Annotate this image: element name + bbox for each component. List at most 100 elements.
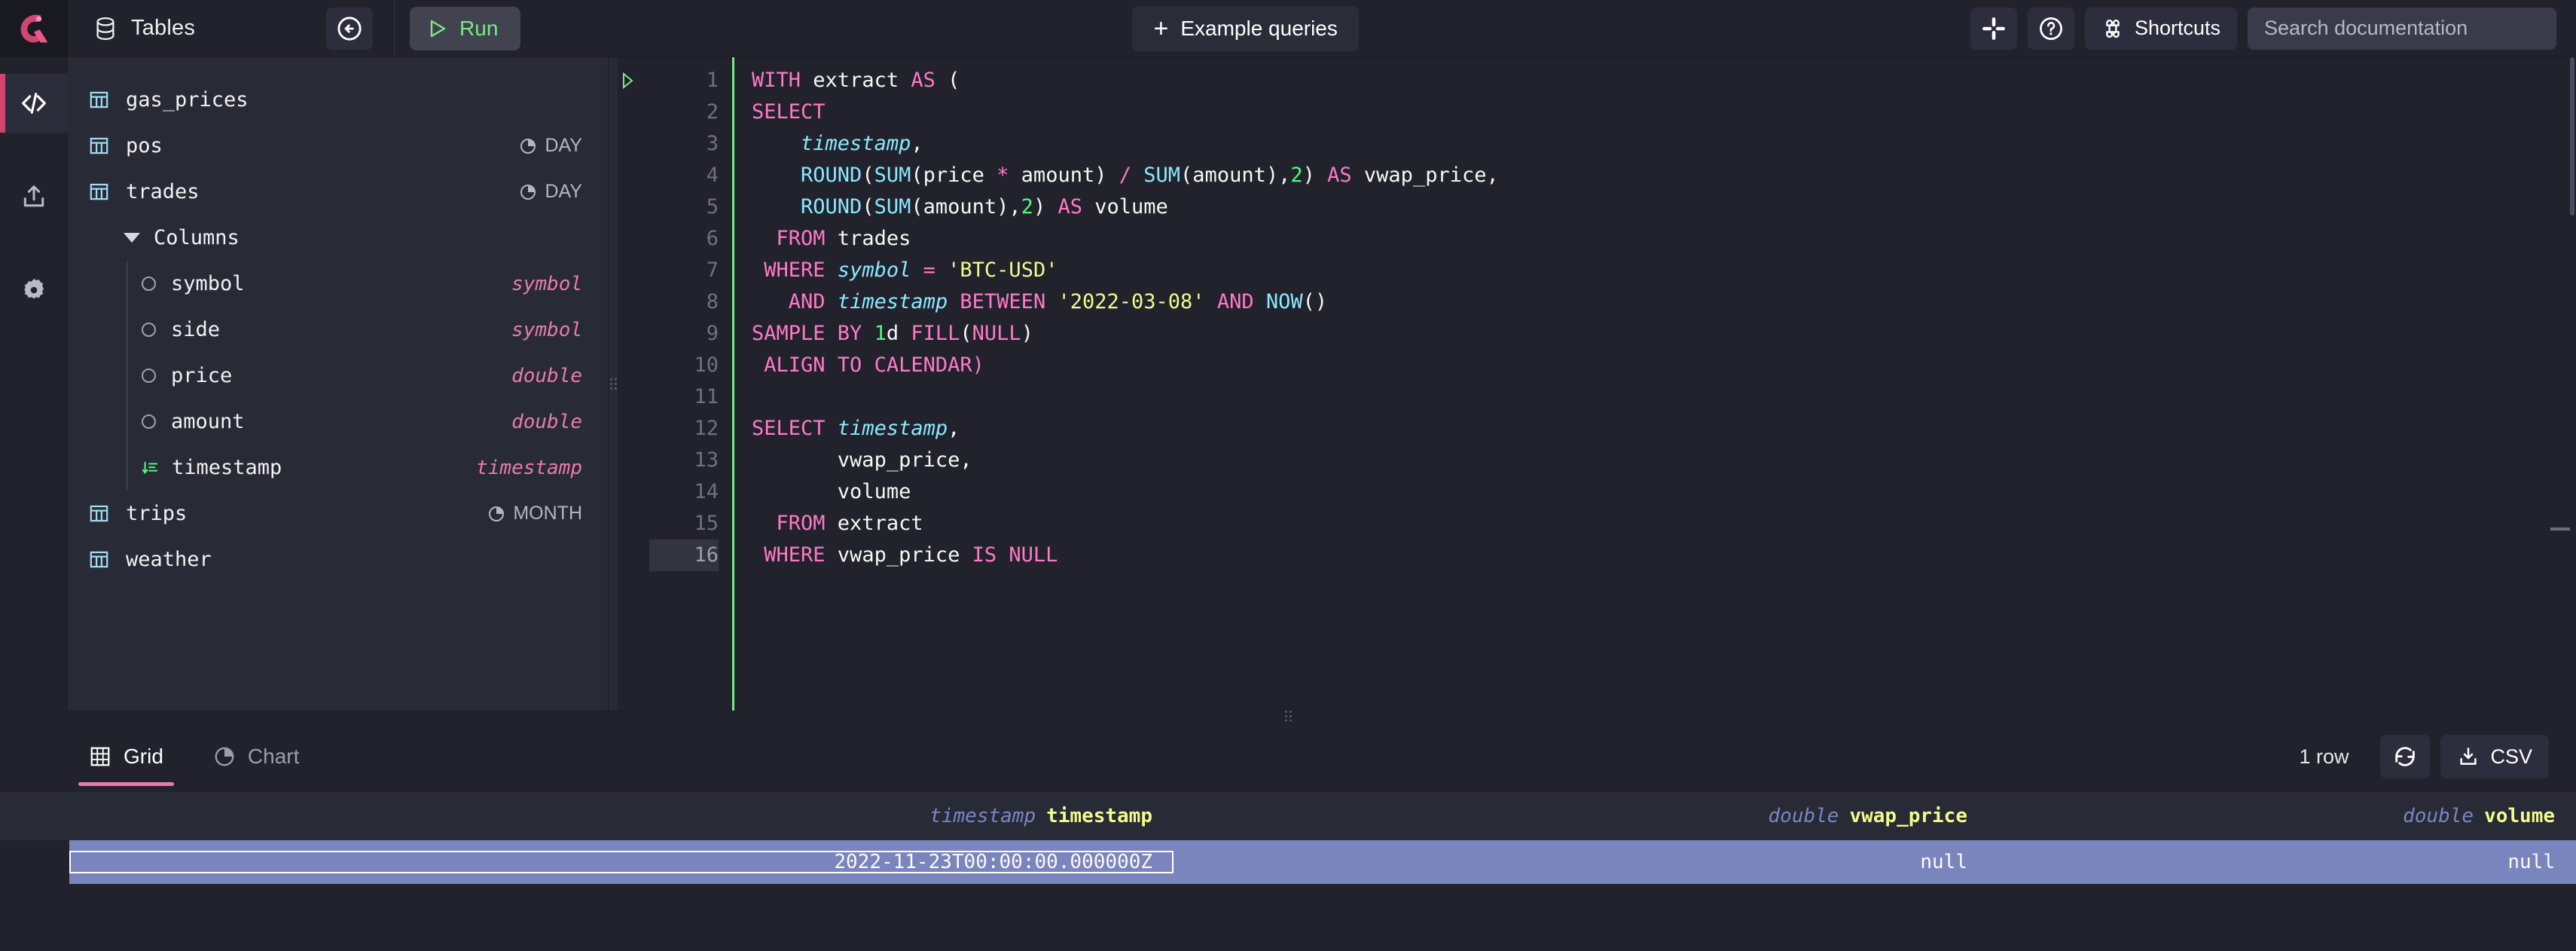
line-number: 2 [706,100,719,124]
column-type: symbol [511,272,582,295]
table-name: trips [126,502,188,525]
shortcuts-button[interactable]: Shortcuts [2084,7,2238,50]
toolbar-spacer-right [1359,0,1970,57]
editor-hscroll-thumb[interactable] [2550,527,2570,531]
rail-item-console[interactable] [0,74,68,133]
line-number: 13 [694,448,719,472]
refresh-icon [2395,747,2416,766]
table-row-gas_prices[interactable]: gas_prices [68,77,608,123]
column-dot-icon [142,414,156,429]
main-body: gas_prices pos DAY trades DAY Columns sy… [0,57,2576,711]
table-row-weather[interactable]: weather [68,537,608,583]
database-icon [96,17,114,40]
column-name: timestamp [1046,805,1152,827]
tab-grid-label: Grid [124,745,163,768]
run-query-button[interactable]: Run [410,6,521,50]
code-icon [21,93,46,114]
rail-item-import[interactable] [0,167,68,226]
column-type: double [1768,805,1839,827]
example-queries-button[interactable]: + Example queries [1132,5,1359,51]
column-type: double [511,364,582,387]
line-number: 11 [694,385,719,408]
column-dot-icon [142,277,156,291]
table-row-pos[interactable]: pos DAY [68,123,608,169]
table-row[interactable]: 2022-11-23T00:00:00.000000Z null null [69,840,2576,884]
grid-header-cell-volume[interactable]: double volume [1988,805,2576,827]
partition-badge: DAY [519,181,582,203]
sql-editor[interactable]: 1 2 3 4 5 6 7 8 9 10 11 12 13 14 15 16 WITH extract AS … [618,57,2576,711]
table-name: gas_prices [126,88,249,112]
table-icon [90,91,108,109]
tab-chart[interactable]: Chart [197,721,316,792]
run-label: Run [459,16,499,40]
partition-label: DAY [545,181,582,202]
table-icon [90,137,108,154]
top-toolbar: Tables Run + Example queries Shortcuts S… [0,0,2576,57]
collapse-panel-button[interactable] [326,7,374,50]
line-number: 10 [694,353,719,377]
code-line: vwap_price, [837,448,972,472]
column-name: vwap_price [1849,805,1967,827]
pie-chart-icon [215,747,234,766]
grid-cell-volume[interactable]: null [1988,851,2576,873]
partition-badge: DAY [519,135,582,157]
gear-icon [23,279,44,299]
questdb-logo[interactable] [0,0,68,57]
column-row-amount[interactable]: amount double [68,399,608,445]
editor-scrollbar[interactable] [2568,57,2576,711]
shortcuts-label: Shortcuts [2134,17,2221,39]
table-name: trades [126,180,200,203]
designated-timestamp-icon [142,461,158,473]
column-row-timestamp[interactable]: timestamp timestamp [68,445,608,491]
schema-tree: gas_prices pos DAY trades DAY Columns sy… [68,57,608,711]
slack-button[interactable] [1970,7,2017,50]
download-csv-button[interactable]: CSV [2440,735,2549,778]
columns-group-toggle[interactable]: Columns [68,215,608,261]
table-icon [90,183,108,200]
column-dot-icon [142,368,156,383]
example-queries-label: Example queries [1180,16,1338,40]
grid-header-cell-vwap_price[interactable]: double vwap_price [1174,805,1988,827]
column-row-symbol[interactable]: symbol symbol [68,261,608,307]
line-number-gutter: 1 2 3 4 5 6 7 8 9 10 11 12 13 14 15 16 [649,57,732,711]
grid-header-cell-timestamp[interactable]: timestamp timestamp [69,805,1174,827]
table-row-trips[interactable]: trips MONTH [68,491,608,537]
partition-label: MONTH [513,503,582,524]
toolbar-divider [394,0,395,57]
search-documentation-placeholder: Search documentation [2264,17,2468,39]
line-number: 4 [706,164,719,187]
search-documentation-input[interactable]: Search documentation [2248,7,2557,50]
partition-clock-icon [489,506,505,521]
grid-cell-vwap_price[interactable]: null [1174,851,1988,873]
scrollbar-thumb[interactable] [2570,57,2574,216]
code-line: WHERE symbol = 'BTC-USD' [764,258,1058,282]
help-button[interactable] [2027,7,2074,50]
column-type: timestamp [476,456,582,479]
code-line: ROUND(SUM(price * amount) / SUM(amount),… [801,164,1499,187]
code-area[interactable]: WITH extract AS (SELECT timestamp, ROUND… [732,57,2576,711]
tab-grid[interactable]: Grid [72,721,180,792]
grid-cell-timestamp[interactable]: 2022-11-23T00:00:00.000000Z [69,851,1174,873]
collapse-panel-icon [337,16,362,41]
code-line: volume [837,480,911,503]
refresh-button[interactable] [2380,735,2431,778]
play-triangle-icon [430,20,446,37]
column-row-side[interactable]: side symbol [68,307,608,353]
toolbar-right-group: Shortcuts Search documentation [1970,0,2576,57]
line-number: 9 [706,322,719,345]
code-line: FROM trades [776,227,911,250]
line-number: 6 [706,227,719,250]
column-type: double [2403,805,2474,827]
column-row-price[interactable]: price double [68,353,608,399]
run-statement-icon[interactable] [618,65,637,96]
panel-resize-handle[interactable] [609,57,618,711]
table-name: pos [126,134,163,157]
rail-item-settings[interactable] [0,261,68,320]
line-number: 15 [694,512,719,535]
table-row-trades[interactable]: trades DAY [68,169,608,215]
column-dot-icon [142,323,156,337]
results-resize-handle[interactable] [0,711,2576,722]
line-number: 7 [706,258,719,282]
line-number: 3 [706,132,719,155]
